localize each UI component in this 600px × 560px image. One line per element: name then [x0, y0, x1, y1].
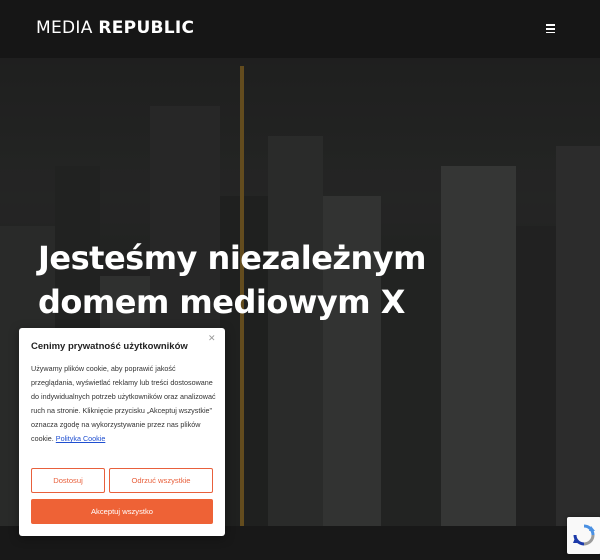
reject-all-button[interactable]: Odrzuć wszystkie — [109, 468, 213, 493]
cookie-body: Używamy plików cookie, aby poprawić jako… — [31, 364, 216, 443]
cookie-policy-link[interactable]: Polityka Cookie — [56, 434, 106, 443]
hamburger-menu-icon[interactable] — [546, 22, 558, 36]
site-logo[interactable]: MEDIA REPUBLIC — [36, 18, 194, 38]
logo-republic: REPUBLIC — [98, 18, 195, 38]
cookie-consent-banner: Cenimy prywatność użytkowników ✕ Używamy… — [19, 328, 225, 536]
site-header: MEDIA REPUBLIC — [0, 0, 600, 58]
close-icon[interactable]: ✕ — [208, 333, 216, 344]
customize-button[interactable]: Dostosuj — [31, 468, 105, 493]
recaptcha-badge[interactable] — [567, 517, 600, 554]
accept-all-button[interactable]: Akceptuj wszystko — [31, 499, 213, 524]
logo-media: MEDIA — [36, 18, 93, 38]
recaptcha-icon — [573, 524, 595, 546]
cookie-banner-text: Używamy plików cookie, aby poprawić jako… — [31, 362, 217, 446]
hero-title: Jesteśmy niezależnym domem mediowym X — [38, 239, 427, 321]
cookie-banner-title: Cenimy prywatność użytkowników — [31, 341, 188, 352]
